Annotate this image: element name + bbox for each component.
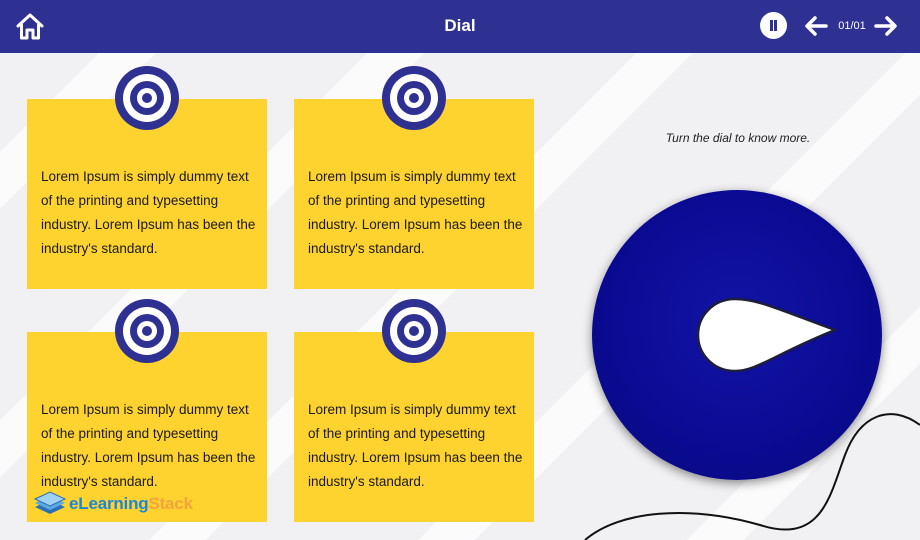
target-icon [382,299,446,363]
logo-text-part2: Stack [148,494,193,513]
arrow-left-icon [805,16,828,36]
dial-pointer-icon [696,297,837,373]
info-card[interactable]: Lorem Ipsum is simply dummy text of the … [294,66,534,289]
card-text: Lorem Ipsum is simply dummy text of the … [308,169,523,256]
card-text: Lorem Ipsum is simply dummy text of the … [308,402,523,489]
rotary-dial[interactable] [592,190,882,480]
info-card[interactable]: Lorem Ipsum is simply dummy text of the … [294,299,534,522]
previous-button[interactable] [804,15,828,37]
stacked-books-icon [33,491,67,514]
next-button[interactable] [874,15,898,37]
logo-text-part1: eLearning [69,494,149,513]
arrow-right-icon [874,16,897,36]
target-icon [115,66,179,130]
target-icon [115,299,179,363]
page-indicator: 01/01 [838,20,866,32]
pause-icon [770,20,773,31]
info-card[interactable]: Lorem Ipsum is simply dummy text of the … [27,66,267,289]
top-bar: Dial 01/01 [0,0,920,53]
dial-instruction: Turn the dial to know more. [665,131,811,145]
card-text: Lorem Ipsum is simply dummy text of the … [41,169,256,256]
card-text: Lorem Ipsum is simply dummy text of the … [41,402,256,489]
pause-button[interactable] [760,12,787,39]
target-icon [382,66,446,130]
pause-icon-bar [774,20,777,31]
logo-text: eLearningStack [69,494,193,514]
